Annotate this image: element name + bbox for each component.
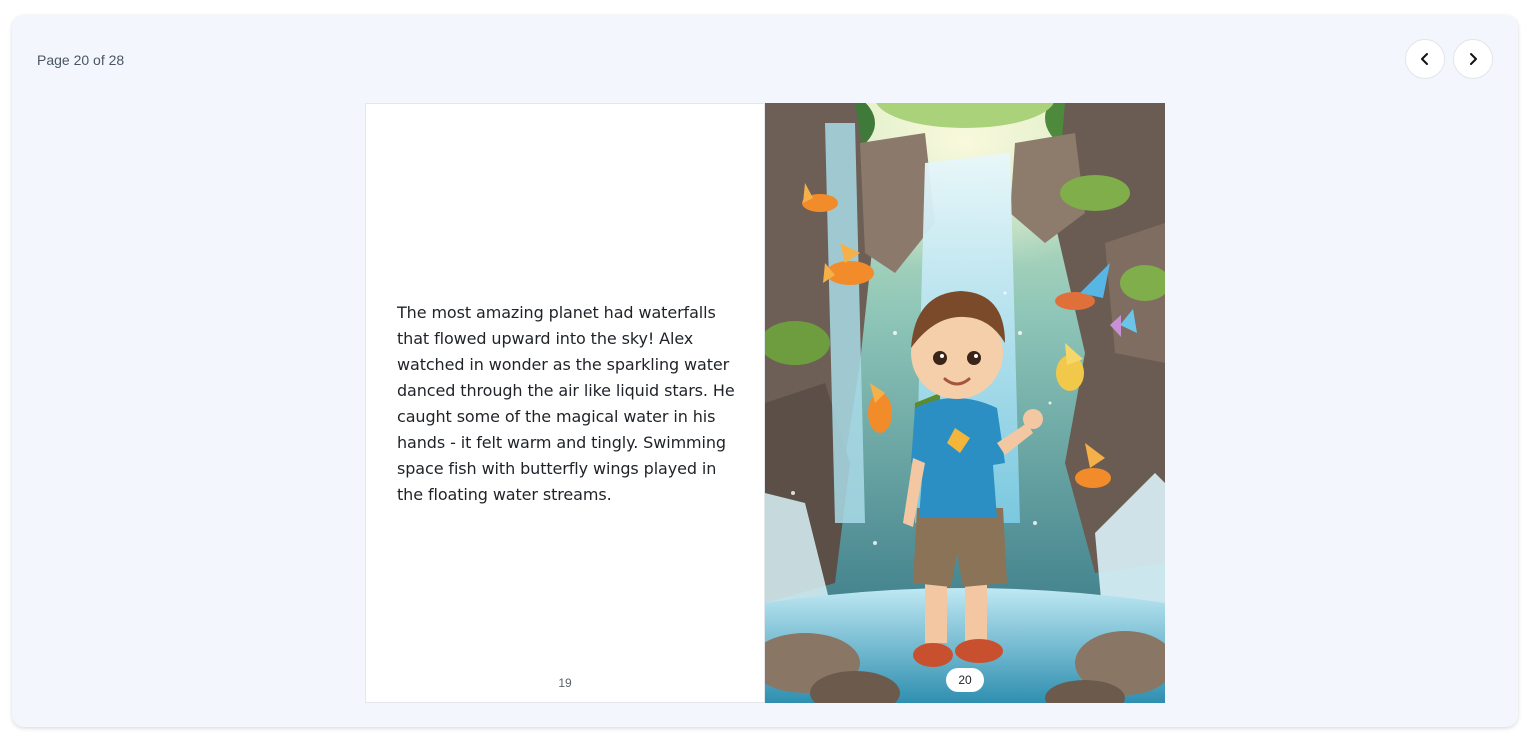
chevron-left-icon	[1421, 53, 1428, 65]
next-page-button[interactable]	[1453, 39, 1493, 79]
story-text: The most amazing planet had waterfalls t…	[397, 303, 735, 504]
book-spread: The most amazing planet had waterfalls t…	[365, 103, 1165, 703]
previous-page-button[interactable]	[1405, 39, 1445, 79]
chevron-right-icon	[1470, 53, 1477, 65]
page-indicator: Page 20 of 28	[37, 52, 125, 68]
left-page-number: 19	[558, 676, 572, 690]
book-viewer: Page 20 of 28 The most amazing planet ha…	[12, 15, 1518, 727]
right-page-number: 20	[946, 668, 984, 692]
waterfall-illustration	[765, 103, 1165, 703]
right-page: 20	[765, 103, 1165, 703]
left-page: The most amazing planet had waterfalls t…	[365, 103, 765, 703]
